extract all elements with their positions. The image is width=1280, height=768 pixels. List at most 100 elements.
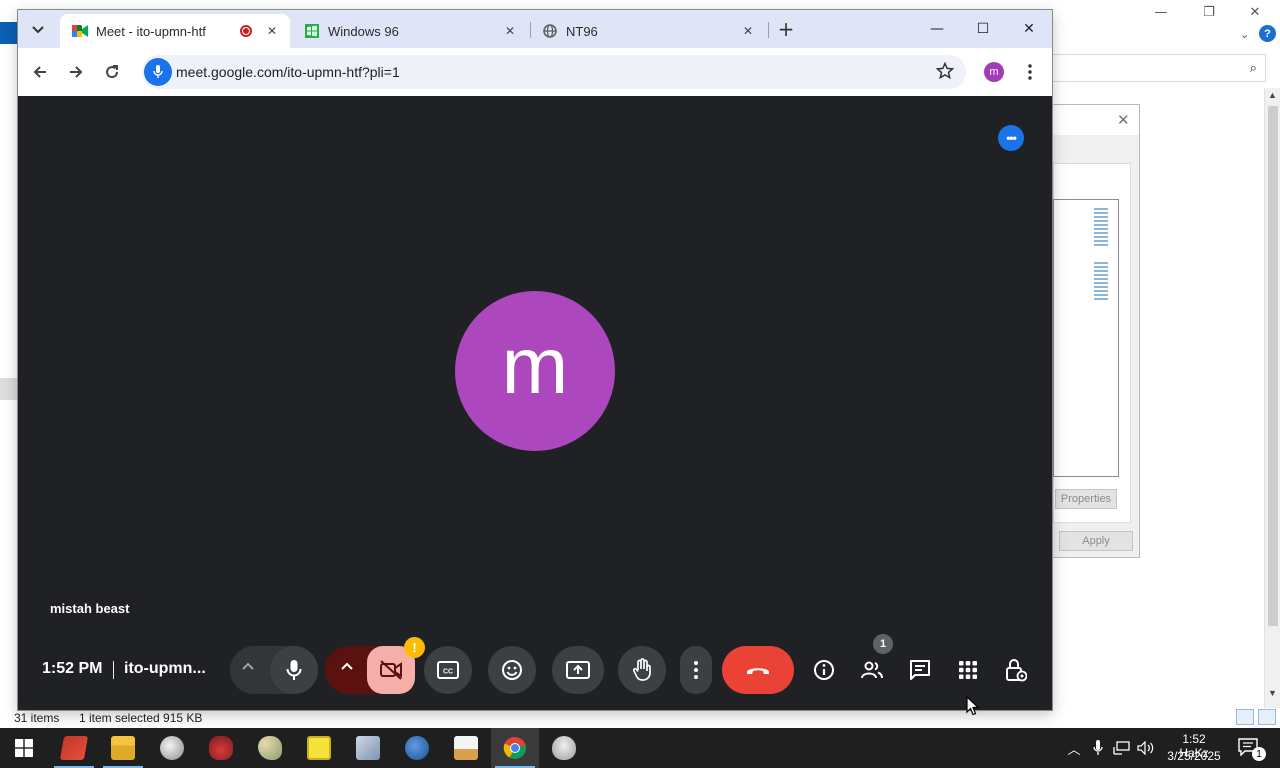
list-graphic xyxy=(1094,262,1108,302)
tab-title: Meet - ito-upmn-htf xyxy=(96,23,206,39)
tiles-view-button[interactable] xyxy=(1258,709,1276,725)
scroll-down-icon[interactable]: ▼ xyxy=(1268,688,1277,698)
app-icon-9 xyxy=(454,736,478,760)
close-icon[interactable]: ✕ xyxy=(740,23,756,39)
tray-clock-date[interactable]: 3/25/2025 xyxy=(1166,749,1222,763)
recording-icon xyxy=(240,25,252,37)
more-vert-icon xyxy=(694,661,698,679)
volume-icon[interactable] xyxy=(1136,738,1156,758)
divider xyxy=(113,661,114,679)
close-icon[interactable]: ✕ xyxy=(1232,0,1278,24)
taskbar-app[interactable] xyxy=(99,728,147,768)
meet-icon xyxy=(72,23,88,39)
taskbar-app[interactable] xyxy=(246,728,294,768)
participant-name: mistah beast xyxy=(50,601,130,616)
taskbar-app[interactable] xyxy=(393,728,441,768)
status-selection: 1 item selected 915 KB xyxy=(79,711,203,725)
show-hidden-icons-icon[interactable]: ︿ xyxy=(1064,738,1084,758)
meeting-code: ito-upmn... xyxy=(124,660,206,677)
windows96-icon xyxy=(304,23,320,39)
globe-icon xyxy=(542,23,558,39)
close-icon[interactable]: ✕ xyxy=(1117,111,1130,129)
tab-title: Windows 96 xyxy=(328,23,399,39)
scroll-up-icon[interactable]: ▲ xyxy=(1268,90,1277,100)
taskbar-app[interactable] xyxy=(148,728,196,768)
captions-button[interactable]: CC xyxy=(424,646,472,694)
close-icon[interactable]: ✕ xyxy=(502,23,518,39)
kebab-menu-icon[interactable] xyxy=(1020,61,1040,83)
microphone-control xyxy=(230,646,318,694)
explorer-status-bar: 31 items 1 item selected 915 KB xyxy=(0,708,1280,728)
raise-hand-button[interactable] xyxy=(618,646,666,694)
tab-search-button[interactable] xyxy=(26,18,50,42)
windows-logo-icon xyxy=(15,739,33,757)
expand-up-icon[interactable] xyxy=(341,662,353,670)
maximize-icon[interactable]: ☐ xyxy=(960,14,1006,44)
tab-separator xyxy=(768,22,769,38)
properties-dialog: ✕ Properties Apply xyxy=(1052,104,1140,558)
tab-title: NT96 xyxy=(566,23,598,39)
present-screen-button[interactable] xyxy=(552,646,604,694)
explorer-search-input[interactable]: ⌕ xyxy=(1052,54,1266,82)
activities-icon xyxy=(959,661,977,679)
bookmark-star-icon[interactable] xyxy=(935,61,955,83)
meeting-info-button[interactable] xyxy=(804,646,844,694)
status-item-count: 31 items xyxy=(14,711,60,725)
more-options-icon[interactable]: ••• xyxy=(998,125,1024,151)
explorer-scrollbar[interactable]: ▲ ▼ xyxy=(1264,88,1280,708)
emoji-button[interactable] xyxy=(488,646,536,694)
address-bar[interactable]: meet.google.com/ito-upmn-htf?pli=1 xyxy=(142,55,966,89)
profile-avatar[interactable]: m xyxy=(984,62,1004,82)
close-icon[interactable]: ✕ xyxy=(1006,14,1052,44)
chevron-down-icon[interactable]: ⌄ xyxy=(1240,28,1249,41)
camera-off-icon xyxy=(380,660,402,680)
taskbar-app[interactable] xyxy=(344,728,392,768)
properties-button[interactable]: Properties xyxy=(1055,489,1117,509)
network-icon[interactable] xyxy=(1112,738,1132,758)
close-icon[interactable]: ✕ xyxy=(264,23,280,39)
taskbar-app[interactable] xyxy=(540,728,588,768)
more-vert-button[interactable] xyxy=(680,646,712,694)
info-icon xyxy=(814,660,834,680)
minimize-icon[interactable]: — xyxy=(1138,0,1184,24)
url-text: meet.google.com/ito-upmn-htf?pli=1 xyxy=(176,64,400,80)
new-tab-button[interactable]: + xyxy=(776,17,796,41)
explorer-nav-edge xyxy=(0,378,18,400)
taskbar-app[interactable] xyxy=(50,728,98,768)
end-call-button[interactable] xyxy=(722,646,794,694)
people-icon xyxy=(861,661,883,679)
back-arrow-icon[interactable] xyxy=(28,60,52,84)
spongebob-icon xyxy=(307,736,331,760)
activities-button[interactable] xyxy=(948,646,988,694)
taskbar-app[interactable] xyxy=(295,728,343,768)
chrome-icon xyxy=(503,736,526,759)
reload-icon[interactable] xyxy=(100,60,124,84)
forward-arrow-icon[interactable] xyxy=(64,60,88,84)
chat-button[interactable] xyxy=(900,646,940,694)
microphone-icon[interactable] xyxy=(1088,738,1108,758)
microphone-icon[interactable] xyxy=(144,58,172,86)
taskbar: ︿ 1:52 HaKz 3/25/2025 1 xyxy=(0,728,1280,768)
host-controls-button[interactable] xyxy=(996,646,1036,694)
search-icon: ⌕ xyxy=(1249,60,1257,75)
start-button[interactable] xyxy=(0,728,48,768)
microphone-button[interactable] xyxy=(270,646,318,694)
taskbar-app[interactable] xyxy=(197,728,245,768)
expand-up-icon[interactable] xyxy=(242,662,254,670)
details-view-button[interactable] xyxy=(1236,709,1254,725)
help-icon[interactable]: ? xyxy=(1259,25,1276,42)
taskbar-app[interactable] xyxy=(442,728,490,768)
tab-windows96[interactable]: Windows 96 ✕ xyxy=(292,14,528,48)
svg-text:CC: CC xyxy=(443,669,453,676)
apply-button[interactable]: Apply xyxy=(1059,531,1133,551)
minimize-icon[interactable]: — xyxy=(914,14,960,44)
present-screen-icon xyxy=(566,661,590,679)
scroll-thumb[interactable] xyxy=(1268,106,1278,626)
list-graphic xyxy=(1094,208,1108,248)
tab-meet[interactable]: Meet - ito-upmn-htf ✕ xyxy=(60,14,290,48)
app-icon-4 xyxy=(209,736,233,760)
taskbar-app-chrome[interactable] xyxy=(491,728,539,768)
dialog-device-list[interactable] xyxy=(1053,199,1119,477)
tab-nt96[interactable]: NT96 ✕ xyxy=(530,14,766,48)
restore-icon[interactable]: ❐ xyxy=(1186,0,1232,24)
